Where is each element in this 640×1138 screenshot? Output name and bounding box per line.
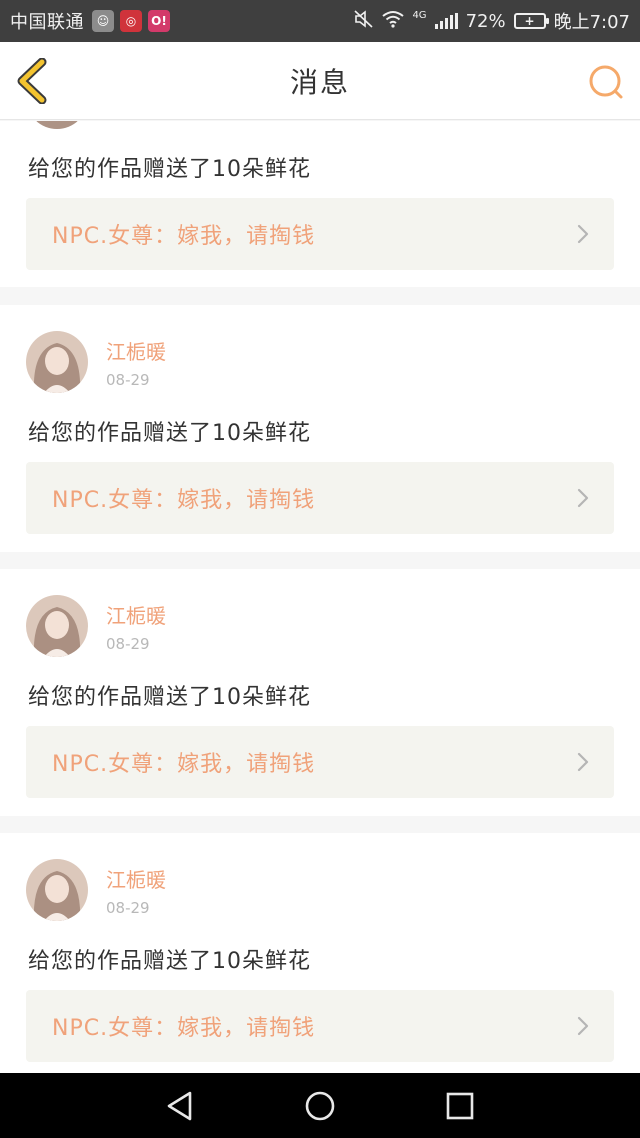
message-text: 给您的作品赠送了10朵鲜花 [28,949,311,974]
user-meta: 江栀暖 08-29 [106,336,166,389]
work-link[interactable]: NPC.女尊：嫁我，请掏钱 [26,990,614,1062]
username[interactable]: 江栀暖 [106,600,166,629]
chevron-left-icon [17,57,47,105]
chevron-right-icon [577,752,589,772]
carrier-label: 中国联通 [10,12,84,33]
message-text: 给您的作品赠送了10朵鲜花 [28,685,311,710]
message-card: 给您的作品赠送了10朵鲜花 NPC.女尊：嫁我，请掏钱 [0,121,640,287]
status-bar: 中国联通 ☺ ◎ O! 4G 72% + 晚上7:07 [0,0,640,42]
signal-icon [434,13,458,29]
message-card: 江栀暖 08-29 给您的作品赠送了10朵鲜花 NPC.女尊：嫁我，请掏钱 [0,305,640,552]
status-indicators: 4G 72% + 晚上7:07 [354,8,630,34]
work-title: NPC.女尊：嫁我，请掏钱 [52,488,316,513]
message-date: 08-29 [106,370,150,389]
avatar[interactable] [26,595,88,657]
wifi-icon [382,10,405,33]
battery-icon: + [513,13,549,29]
work-link[interactable]: NPC.女尊：嫁我，请掏钱 [26,462,614,534]
message-card-header: 江栀暖 08-29 [26,595,166,657]
user-meta: 江栀暖 08-29 [106,600,166,653]
music-app-icon: ◎ [120,10,142,32]
message-card-header: 江栀暖 08-29 [26,331,166,393]
network-type: 4G [412,9,427,21]
message-date: 08-29 [106,898,150,917]
avatar[interactable] [26,121,88,129]
username[interactable]: 江栀暖 [106,336,166,365]
system-recent-button[interactable] [440,1086,480,1126]
work-title: NPC.女尊：嫁我，请掏钱 [52,752,316,777]
chevron-right-icon [577,1016,589,1036]
work-link[interactable]: NPC.女尊：嫁我，请掏钱 [26,198,614,270]
system-back-button[interactable] [160,1086,200,1126]
work-title: NPC.女尊：嫁我，请掏钱 [52,224,316,249]
notification-icons: ☺ ◎ O! [92,10,170,32]
message-card: 江栀暖 08-29 给您的作品赠送了10朵鲜花 NPC.女尊：嫁我，请掏钱 [0,833,640,1073]
message-date: 08-29 [106,634,150,653]
chevron-right-icon [577,488,589,508]
message-card-header: 江栀暖 08-29 [26,859,166,921]
chevron-right-icon [577,224,589,244]
nav-header: 消息 [0,42,640,120]
triangle-back-icon [167,1091,192,1120]
clock: 晚上7:07 [553,12,630,33]
message-card: 江栀暖 08-29 给您的作品赠送了10朵鲜花 NPC.女尊：嫁我，请掏钱 [0,569,640,816]
chat-app-icon: ☺ [92,10,114,32]
work-link[interactable]: NPC.女尊：嫁我，请掏钱 [26,726,614,798]
square-recent-icon [446,1092,474,1119]
username[interactable]: 江栀暖 [106,864,166,893]
user-meta: 江栀暖 08-29 [106,864,166,917]
search-icon [589,65,623,99]
message-list[interactable]: 给您的作品赠送了10朵鲜花 NPC.女尊：嫁我，请掏钱 江栀暖 08-29 给您… [0,121,640,1073]
back-button[interactable] [14,57,56,105]
avatar[interactable] [26,859,88,921]
message-card-header [26,121,106,129]
work-title: NPC.女尊：嫁我，请掏钱 [52,1016,316,1041]
circle-home-icon [305,1091,335,1120]
message-text: 给您的作品赠送了10朵鲜花 [28,157,311,182]
mute-icon [354,9,374,33]
search-button[interactable] [588,64,624,100]
system-nav-bar [0,1073,640,1138]
avatar[interactable] [26,331,88,393]
news-app-icon: O! [148,10,170,32]
message-text: 给您的作品赠送了10朵鲜花 [28,421,311,446]
page-title: 消息 [289,65,350,99]
battery-percent: 72% [465,10,506,32]
system-home-button[interactable] [300,1086,340,1126]
